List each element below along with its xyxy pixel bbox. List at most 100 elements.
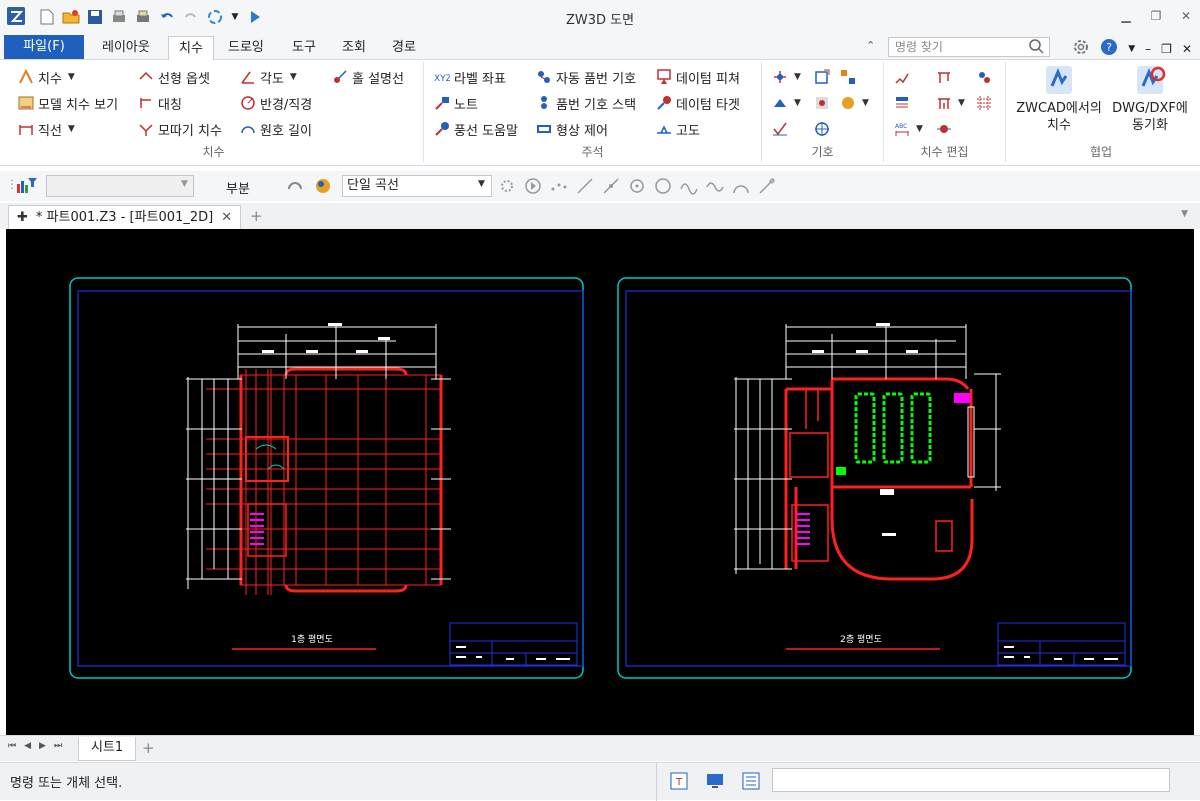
custom-symbol-button[interactable]: ▼ xyxy=(840,92,869,114)
search-icon[interactable] xyxy=(1028,38,1044,57)
new-tab-icon[interactable]: + xyxy=(250,207,263,225)
pin-icon[interactable]: ✚ xyxy=(17,207,28,229)
elevation-button[interactable]: 고도 xyxy=(656,118,700,140)
filter-icon[interactable] xyxy=(16,176,38,197)
dim-edit-3-button[interactable] xyxy=(976,66,992,88)
prev-sheet-icon[interactable]: ◀ xyxy=(24,741,31,751)
tab-list-dropdown-icon[interactable]: ▼ xyxy=(1181,209,1188,219)
snap-play-icon[interactable] xyxy=(524,177,542,198)
ribbon-minimize-icon[interactable]: – xyxy=(1145,42,1151,56)
symbol-target-button[interactable]: ▼ xyxy=(772,66,801,88)
check-mark-button[interactable] xyxy=(772,118,788,140)
tab-close-icon[interactable]: ✕ xyxy=(221,207,232,229)
drawing-svg[interactable]: 1층 평면도 2층 평면도 xyxy=(6,229,1194,735)
tab-file[interactable]: 파일(F) xyxy=(4,35,84,59)
snap-midline-icon[interactable] xyxy=(602,177,620,198)
first-sheet-icon[interactable]: ⏮ xyxy=(8,741,16,751)
help-icon[interactable]: ? xyxy=(1100,38,1118,59)
curve-mode-dropdown-icon[interactable]: ▼ xyxy=(478,179,485,189)
tab-inquire[interactable]: 조회 xyxy=(332,36,376,60)
symmetric-button[interactable]: 대칭 xyxy=(138,92,182,114)
dim-edit-6-button[interactable] xyxy=(976,92,992,114)
ribbon-restore-icon[interactable]: ❐ xyxy=(1161,42,1172,56)
undo-icon[interactable] xyxy=(158,8,176,26)
left-drawing-title[interactable]: 1층 평면도 xyxy=(291,634,333,645)
angle-button[interactable]: 각도 ▼ xyxy=(240,66,297,88)
open-folder-icon[interactable] xyxy=(62,8,80,26)
dim-edit-4-button[interactable] xyxy=(894,92,910,114)
print-preview-icon[interactable] xyxy=(134,8,152,26)
filter-dropdown-icon[interactable]: ▼ xyxy=(181,179,188,189)
help-dropdown-icon[interactable]: ▼ xyxy=(1128,44,1135,54)
tab-path[interactable]: 경로 xyxy=(382,36,426,60)
tab-tools[interactable]: 도구 xyxy=(282,36,326,60)
sheet-tab[interactable]: 시트1 xyxy=(78,737,137,761)
app-logo-icon[interactable] xyxy=(6,6,26,26)
snap-spline-icon[interactable] xyxy=(680,177,698,198)
ribbon-close-icon[interactable]: ✕ xyxy=(1182,42,1192,56)
snap-tangent-icon[interactable] xyxy=(758,177,776,198)
dim-edit-1-button[interactable] xyxy=(894,66,910,88)
linear-offset-button[interactable]: 선형 옵셋 xyxy=(138,66,210,88)
symbol-grid-button[interactable] xyxy=(840,66,856,88)
status-text-icon[interactable]: T xyxy=(670,772,688,793)
weld-symbol-button[interactable] xyxy=(814,92,830,114)
tab-drawing[interactable]: 드로잉 xyxy=(218,36,274,60)
redo-icon[interactable] xyxy=(182,8,200,26)
status-list-icon[interactable] xyxy=(742,772,760,793)
qat-dropdown-icon[interactable]: ▼ xyxy=(230,8,240,26)
snap-wave-icon[interactable] xyxy=(706,177,724,198)
pick-color-icon[interactable] xyxy=(314,177,332,198)
curve-mode-select[interactable]: 단일 곡선 xyxy=(342,175,492,197)
surface-finish-button[interactable]: ▼ xyxy=(772,92,801,114)
command-search-input[interactable]: 명령 찾기 xyxy=(888,37,1050,57)
print-icon[interactable] xyxy=(110,8,128,26)
save-icon[interactable] xyxy=(86,8,104,26)
balloon-button[interactable]: 풍선 도움말 xyxy=(434,118,518,140)
datum-target-button[interactable]: 데이텀 타겟 xyxy=(656,92,740,114)
add-sheet-icon[interactable]: + xyxy=(142,739,155,757)
symbol-frame-button[interactable] xyxy=(814,66,830,88)
partial-label[interactable]: 부분 xyxy=(226,178,250,197)
dim-edit-7-button[interactable]: ABC ▼ xyxy=(894,118,923,140)
auto-balloon-button[interactable]: 자동 품번 기호 xyxy=(536,66,636,88)
zwcad-dimension-button[interactable]: ZWCAD에서의 치수 xyxy=(1014,64,1104,142)
last-sheet-icon[interactable]: ⏭ xyxy=(54,741,62,751)
collapse-ribbon-icon[interactable]: ⌃ xyxy=(866,39,875,52)
datum-feature-button[interactable]: 데이텀 피쳐 xyxy=(656,66,740,88)
dim-edit-8-button[interactable] xyxy=(936,118,952,140)
model-dimension-button[interactable]: 모델 치수 보기 xyxy=(18,92,118,114)
next-sheet-icon[interactable]: ▶ xyxy=(39,741,46,751)
status-display-icon[interactable] xyxy=(706,772,724,793)
chamfer-dimension-button[interactable]: 모따기 치수 xyxy=(138,118,222,140)
tab-dimension[interactable]: 치수 xyxy=(168,36,214,61)
dim-edit-5-button[interactable]: ▼ xyxy=(936,92,965,114)
geometric-tolerance-button[interactable]: 형상 제어 xyxy=(536,118,608,140)
command-input[interactable] xyxy=(772,768,1170,792)
pick-filter-icon[interactable] xyxy=(286,177,304,198)
right-drawing-title[interactable]: 2층 평면도 xyxy=(840,634,882,645)
radius-diameter-button[interactable]: 반경/직경 xyxy=(240,92,312,114)
document-tab[interactable]: ✚ * 파트001.Z3 - [파트001_2D] ✕ xyxy=(8,205,242,229)
play-icon[interactable] xyxy=(246,8,264,26)
dim-edit-2-button[interactable] xyxy=(936,66,952,88)
close-icon[interactable]: ✕ xyxy=(1178,8,1194,24)
hole-callout-button[interactable]: 홀 설명선 xyxy=(332,66,404,88)
settings-gear-icon[interactable] xyxy=(1072,38,1090,59)
label-coordinate-button[interactable]: XYZ 라벨 좌표 xyxy=(434,66,506,88)
tab-layout[interactable]: 레이아웃 xyxy=(92,36,160,60)
restore-icon[interactable]: ❐ xyxy=(1148,8,1164,24)
filter-combo[interactable] xyxy=(46,175,194,197)
regenerate-icon[interactable] xyxy=(206,8,224,26)
snap-center-icon[interactable] xyxy=(628,177,646,198)
new-file-icon[interactable] xyxy=(38,8,56,26)
centerline-button[interactable] xyxy=(814,118,830,140)
snap-gear-icon[interactable] xyxy=(498,177,516,198)
minimize-icon[interactable]: ▁ xyxy=(1118,8,1134,24)
snap-line-icon[interactable] xyxy=(576,177,594,198)
dwg-dxf-sync-button[interactable]: DWG/DXF에 동기화 xyxy=(1106,64,1194,142)
dimension-button[interactable]: 치수 ▼ xyxy=(18,66,75,88)
snap-arc-icon[interactable] xyxy=(732,177,750,198)
snap-circle-icon[interactable] xyxy=(654,177,672,198)
snap-points-icon[interactable] xyxy=(550,177,568,198)
